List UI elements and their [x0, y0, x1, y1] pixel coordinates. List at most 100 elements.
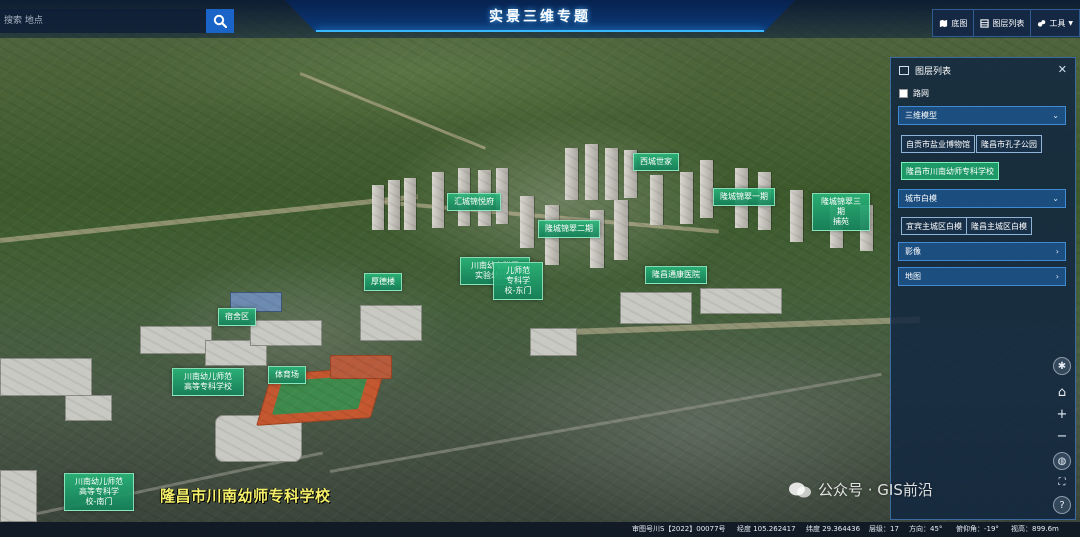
building [565, 148, 578, 200]
compass-icon[interactable]: ✱ [1053, 357, 1071, 375]
building [700, 288, 782, 314]
building [432, 172, 444, 228]
group-3d-models[interactable]: 三维模型 ⌄ [898, 106, 1066, 125]
layer-panel: 图层列表 ✕ 路网 三维模型 ⌄ 自贡市盐业博物馆 隆昌市孔子公园 隆昌市川南幼… [890, 57, 1076, 520]
roadnet-toggle[interactable]: 路网 [899, 88, 929, 99]
help-icon[interactable]: ? [1053, 496, 1071, 514]
close-icon[interactable]: ✕ [1058, 63, 1067, 76]
layer-item[interactable]: 自贡市盐业博物馆 [901, 135, 975, 153]
road [0, 194, 418, 243]
chevron-down-icon: ⌄ [1052, 111, 1059, 120]
approval-number: 审图号川S【2022】00077号 [632, 525, 726, 533]
top-bar: 实景三维专题 底图 图层列表 工具 ▼ [0, 0, 1080, 38]
group-map[interactable]: 地图 › [898, 267, 1066, 286]
altitude-readout: 视高：899.6m [1011, 525, 1059, 533]
map-label[interactable]: 儿师范 专科学 校-东门 [493, 262, 543, 300]
home-icon[interactable]: ⌂ [1053, 383, 1071, 401]
map-label[interactable]: 川南幼儿师范 高等专科学 校-南门 [64, 473, 134, 511]
building [0, 358, 92, 396]
layer-item[interactable]: 隆昌市孔子公园 [976, 135, 1042, 153]
latitude-readout: 纬度 29.364436 [806, 525, 861, 533]
railway [329, 372, 882, 473]
building [0, 470, 37, 522]
pitch-readout: 俯仰角：-19° [956, 525, 999, 533]
chevron-right-icon: › [1055, 272, 1059, 281]
tools-label: 工具 [1049, 18, 1066, 28]
building [590, 210, 604, 268]
building [250, 320, 322, 346]
map-label-text: 川南幼儿师范 高等专科学 校-南门 [75, 477, 123, 506]
search-button[interactable] [206, 9, 234, 33]
search-box [0, 9, 234, 33]
zoom-in-icon[interactable]: + [1053, 405, 1071, 423]
map-label[interactable]: 隆昌通康医院 [645, 266, 707, 284]
sports-court [330, 355, 392, 379]
map-label-text: 川南幼儿师范 高等专科学校 [184, 372, 232, 391]
map-label[interactable]: 隆城锦翠三期 捕苑 [812, 193, 870, 231]
group-label: 城市白模 [905, 194, 937, 203]
map-label[interactable]: 西城世家 [633, 153, 679, 171]
map-label[interactable]: 隆城锦翠二期 [538, 220, 600, 238]
globe-icon[interactable]: ◍ [1053, 452, 1071, 470]
layer-item-active[interactable]: 隆昌市川南幼师专科学校 [901, 162, 999, 180]
group-label: 地图 [905, 272, 921, 281]
map-label[interactable]: 体育场 [268, 366, 306, 384]
group-city-white-models[interactable]: 城市白模 ⌄ [898, 189, 1066, 208]
building [620, 292, 692, 324]
chevron-down-icon: ▼ [1068, 19, 1073, 27]
panel-header: 图层列表 ✕ [891, 58, 1075, 82]
building [520, 196, 534, 248]
search-input[interactable] [0, 9, 206, 33]
group-label: 三维模型 [905, 111, 937, 120]
tools-icon [1038, 19, 1046, 27]
building [680, 172, 693, 224]
chevron-down-icon: ⌄ [1052, 194, 1059, 203]
tools-button[interactable]: 工具 ▼ [1031, 10, 1079, 36]
map-label[interactable]: 隆城锦翠一期 [713, 188, 775, 206]
building [700, 160, 713, 218]
building [614, 200, 628, 260]
basemap-button[interactable]: 底图 [933, 10, 975, 36]
building [215, 415, 302, 462]
map-label-text: 隆城锦翠三期 捕苑 [821, 197, 861, 226]
building [404, 178, 416, 230]
layer-item[interactable]: 隆昌主城区白模 [966, 217, 1032, 235]
building [585, 144, 598, 200]
road [299, 72, 486, 150]
building [388, 180, 400, 230]
watermark-text: 公众号 · GIS前沿 [818, 481, 933, 499]
map-label[interactable]: 宿舍区 [218, 308, 256, 326]
group-imagery[interactable]: 影像 › [898, 242, 1066, 261]
map-label[interactable]: 川南幼儿师范 高等专科学校 [172, 368, 244, 396]
layers-icon [980, 18, 990, 28]
toolbar: 底图 图层列表 工具 ▼ [932, 9, 1080, 37]
roadnet-checkbox[interactable] [899, 89, 908, 98]
layer-item[interactable]: 宜宾主城区白模 [901, 217, 967, 235]
road [539, 316, 920, 336]
building [650, 175, 663, 225]
layer-list-button[interactable]: 图层列表 [974, 10, 1032, 36]
map-label[interactable]: 厚德楼 [364, 273, 402, 291]
building [65, 395, 112, 421]
panel-title: 图层列表 [915, 66, 952, 77]
group-label: 影像 [905, 247, 921, 256]
layers-icon [899, 65, 909, 75]
wechat-icon [789, 482, 811, 497]
roadnet-label: 路网 [913, 89, 929, 98]
zoom-out-icon[interactable]: − [1053, 427, 1071, 445]
building [140, 326, 212, 354]
building [530, 328, 577, 356]
fullscreen-icon[interactable]: ⛶ [1053, 473, 1071, 491]
building [205, 340, 267, 366]
layer-list-label: 图层列表 [992, 18, 1025, 28]
school-title: 隆昌市川南幼师专科学校 [160, 487, 331, 505]
watermark: 公众号 · GIS前沿 [787, 479, 933, 500]
level-readout: 层级：17 [869, 525, 899, 533]
search-icon [213, 14, 227, 28]
building [790, 190, 803, 242]
map-label[interactable]: 汇城锦悦府 [447, 193, 501, 211]
map-label-text: 儿师范 专科学 校-东门 [504, 266, 532, 295]
chevron-right-icon: › [1055, 247, 1059, 256]
building [360, 305, 422, 341]
basemap-label: 底图 [951, 18, 968, 28]
